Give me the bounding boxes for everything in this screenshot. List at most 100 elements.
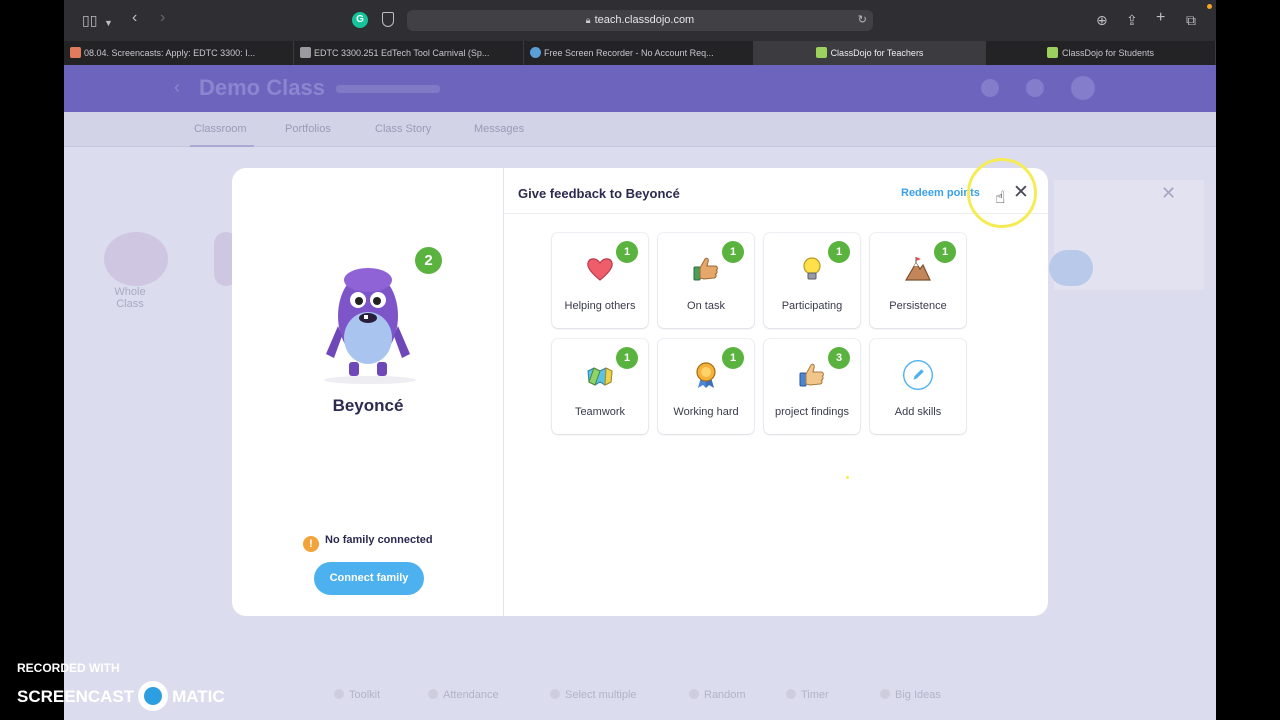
tab-edtech-carnival[interactable]: EDTC 3300.251 EdTech Tool Carnival (Sp..…	[294, 41, 524, 65]
pencil-icon	[903, 360, 933, 390]
class-subnav: Classroom Portfolios Class Story Message…	[64, 112, 1216, 147]
skill-working-hard[interactable]: 1 Working hard	[658, 339, 754, 434]
notification-dot	[1207, 4, 1212, 9]
tab-label: EDTC 3300.251 EdTech Tool Carnival (Sp..…	[314, 48, 490, 58]
skill-label: Persistence	[889, 300, 947, 312]
class-subtitle-placeholder	[336, 85, 440, 93]
whole-class-label: Whole Class	[114, 286, 146, 310]
feedback-title: Give feedback to Beyoncé	[518, 186, 680, 201]
skill-label: project findings	[775, 406, 849, 418]
skills-grid: 1 Helping others 1 On task 1 Participati…	[552, 233, 966, 436]
nav-classroom[interactable]: Classroom	[194, 123, 247, 135]
skill-label: Teamwork	[574, 406, 626, 418]
watermark-recorded-with: RECORDED WITH	[17, 661, 120, 675]
forward-icon[interactable]: ›	[160, 10, 165, 26]
hand-cursor-icon: ☝	[995, 188, 1006, 207]
skill-helping-others[interactable]: 1 Helping others	[552, 233, 648, 328]
shield-icon[interactable]	[382, 12, 394, 27]
skill-persistence[interactable]: 1 Persistence	[870, 233, 966, 328]
tab-label: Free Screen Recorder - No Account Req...	[544, 48, 714, 58]
tab-classdojo-students[interactable]: ClassDojo for Students	[986, 41, 1216, 65]
add-skills-button[interactable]: Add skills	[870, 339, 966, 434]
skill-project-findings[interactable]: 3 project findings	[764, 339, 860, 434]
skill-label: Helping others	[564, 300, 636, 312]
whole-class-avatar[interactable]	[104, 232, 168, 286]
class-header: ‹ Demo Class	[64, 65, 1216, 112]
browser-window: ▯▯ ▼ ‹ › G 🔒︎ teach.classdojo.com ↻ ⊕ ⇪ +…	[64, 0, 1216, 720]
skill-count-badge: 1	[616, 241, 638, 263]
tab-screencasts[interactable]: 08.04. Screencasts: Apply: EDTC 3300: I.…	[64, 41, 294, 65]
skill-count-badge: 1	[722, 241, 744, 263]
tab-screen-recorder[interactable]: Free Screen Recorder - No Account Req...	[524, 41, 754, 65]
skill-participating[interactable]: 1 Participating	[764, 233, 860, 328]
tab-classdojo-teachers[interactable]: ClassDojo for Teachers	[754, 41, 986, 65]
back-arrow-icon[interactable]: ‹	[174, 77, 180, 98]
tab-favicon-icon	[70, 47, 81, 58]
bell-icon[interactable]	[981, 79, 999, 97]
address-bar[interactable]: 🔒︎ teach.classdojo.com ↻	[407, 10, 873, 31]
skill-count-badge: 3	[828, 347, 850, 369]
class-title: Demo Class	[199, 75, 325, 100]
download-icon[interactable]: ⊕	[1096, 12, 1108, 28]
back-icon[interactable]: ‹	[132, 10, 137, 26]
bottom-toolbar: Toolkit Attendance Select multiple Rando…	[64, 678, 1216, 720]
attendance-button[interactable]: Attendance	[428, 689, 499, 701]
active-tab-underline	[190, 145, 254, 147]
family-status: ! No family connected	[303, 534, 433, 552]
random-button[interactable]: Random	[689, 689, 746, 701]
setup-card-button[interactable]	[1049, 250, 1093, 286]
thumbs-up-icon	[693, 257, 718, 281]
reload-icon[interactable]: ↻	[858, 10, 867, 31]
skill-label: On task	[687, 300, 725, 312]
chevron-down-icon[interactable]: ▼	[104, 15, 113, 31]
tab-label: 08.04. Screencasts: Apply: EDTC 3300: I.…	[84, 48, 256, 58]
setup-card-close-icon[interactable]: ✕	[1161, 183, 1176, 204]
tab-label: ClassDojo for Students	[1061, 48, 1155, 58]
monster-avatar	[326, 268, 410, 376]
skill-label: Working hard	[673, 406, 739, 418]
nav-class-story[interactable]: Class Story	[375, 123, 431, 135]
tab-favicon-icon	[815, 47, 827, 59]
new-tab-icon[interactable]: +	[1156, 10, 1165, 26]
big-ideas-button[interactable]: Big Ideas	[880, 689, 941, 701]
feedback-modal: 2 Beyoncé ! No family connected Connect f…	[232, 168, 1048, 616]
thumbs-up-icon	[799, 363, 824, 387]
classdojo-page-background: ‹ Demo Class Classroom Portfolios Class …	[64, 65, 1216, 720]
tab-favicon-icon	[300, 47, 311, 58]
toolkit-button[interactable]: Toolkit	[334, 689, 380, 701]
nav-messages[interactable]: Messages	[474, 123, 524, 135]
skill-count-badge: 1	[616, 347, 638, 369]
url-text: teach.classdojo.com	[594, 14, 695, 26]
browser-toolbar: ▯▯ ▼ ‹ › G 🔒︎ teach.classdojo.com ↻ ⊕ ⇪ +…	[64, 0, 1216, 41]
skill-teamwork[interactable]: 1 Teamwork	[552, 339, 648, 434]
lock-icon: 🔒︎	[585, 15, 591, 25]
skill-on-task[interactable]: 1 On task	[658, 233, 754, 328]
lightbulb-icon	[803, 257, 821, 280]
heart-icon	[587, 258, 613, 281]
student-panel: 2 Beyoncé ! No family connected Connect f…	[232, 168, 504, 616]
share-icon[interactable]: ⇪	[1126, 12, 1138, 28]
timer-button[interactable]: Timer	[786, 689, 829, 701]
mountain-icon	[904, 257, 931, 281]
avatar-shadow	[324, 376, 416, 384]
tab-favicon-icon	[1046, 47, 1058, 59]
warning-icon: !	[303, 536, 319, 552]
tab-label: ClassDojo for Teachers	[830, 48, 924, 58]
teamwork-icon	[587, 367, 613, 386]
tab-overview-icon[interactable]: ⧉	[1186, 12, 1196, 28]
click-spark	[846, 476, 849, 479]
total-points-badge: 2	[415, 247, 442, 274]
grammarly-icon[interactable]: G	[352, 12, 368, 28]
nav-portfolios[interactable]: Portfolios	[285, 123, 331, 135]
sidebar-toggle-icon[interactable]: ▯▯	[82, 12, 97, 28]
watermark-brand-right: MATIC	[172, 687, 225, 706]
record-icon	[138, 681, 169, 711]
connect-family-button[interactable]: Connect family	[314, 562, 424, 595]
skill-label: Participating	[781, 300, 843, 312]
select-multiple-button[interactable]: Select multiple	[550, 689, 637, 701]
avatar[interactable]	[1071, 76, 1095, 100]
student-name: Beyoncé	[332, 396, 404, 415]
watermark-brand-left: SCREENCAST	[17, 687, 135, 706]
help-icon[interactable]	[1026, 79, 1044, 97]
skill-count-badge: 1	[722, 347, 744, 369]
